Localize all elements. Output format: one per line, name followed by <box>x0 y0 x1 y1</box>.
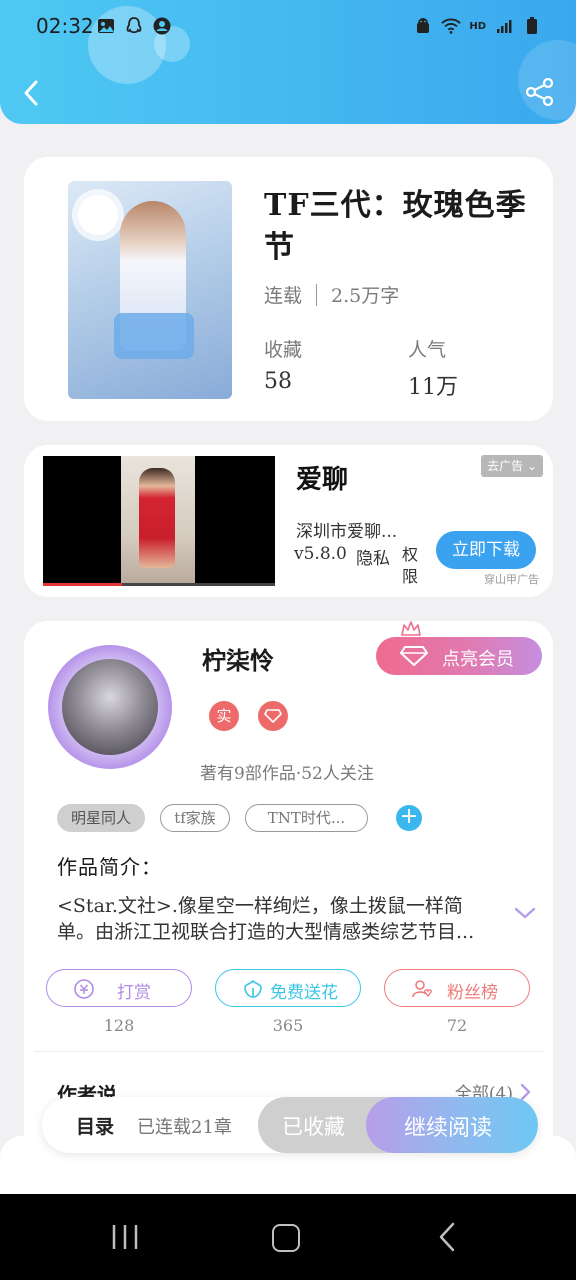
home-button[interactable] <box>272 1224 300 1252</box>
real-name-badge: 实 <box>209 701 239 731</box>
ad-close-label: 去广告 <box>487 459 524 473</box>
flower-count: 365 <box>272 1016 304 1035</box>
tip-button[interactable]: 打赏 <box>46 969 192 1007</box>
send-flower-label: 免费送花 <box>270 983 338 1003</box>
crown-icon <box>400 619 422 639</box>
chevron-down-icon <box>514 907 536 919</box>
author-name: 柠柒怜 <box>202 646 274 675</box>
ad-close-button[interactable]: 去广告 ⌄ <box>481 455 543 477</box>
divider <box>34 1051 544 1052</box>
status-icons-right: HD <box>413 16 542 36</box>
fan-count: 72 <box>446 1016 468 1035</box>
ad-download-button[interactable]: 立即下载 <box>436 531 536 569</box>
gallery-icon <box>96 16 116 36</box>
bottom-action-bar: 目录 已连载21章 已收藏 继续阅读 <box>42 1097 538 1153</box>
intro-title: 作品简介： <box>57 855 162 879</box>
collect-value: 58 <box>264 369 292 394</box>
hd-indicator: HD <box>469 20 486 32</box>
qq-icon <box>124 16 144 36</box>
book-cover[interactable] <box>68 181 232 399</box>
tip-count: 128 <box>103 1016 135 1035</box>
fan-rank-button[interactable]: 粉丝榜 <box>384 969 530 1007</box>
chevron-left-icon <box>24 80 38 106</box>
chapter-count[interactable]: 已连载21章 <box>137 1113 232 1139</box>
avatar <box>62 659 158 755</box>
status-icons-left <box>96 16 172 36</box>
toc-button[interactable]: 目录 <box>76 1112 114 1139</box>
book-title: TF三代：玫瑰色季节 <box>264 188 527 265</box>
intro-text: <Star.文社>.像星空一样绚烂，像土拨鼠一样简单。由浙江卫视联合打造的大型情… <box>57 895 475 943</box>
wifi-icon <box>441 16 462 36</box>
expand-intro-button[interactable] <box>514 905 536 919</box>
diamond-icon <box>400 646 428 666</box>
plus-icon: + <box>399 804 419 829</box>
author-stats: 著有9部作品·52人关注 <box>200 764 374 784</box>
book-status: 连载 <box>264 285 303 307</box>
ad-title: 爱聊 <box>296 465 349 495</box>
ad-video-frame <box>121 456 195 586</box>
ad-video-person <box>139 468 175 568</box>
vip-button[interactable]: 点亮会员 <box>376 637 542 675</box>
popularity-value: 11万 <box>408 375 458 400</box>
continue-reading-button[interactable]: 继续阅读 <box>366 1097 538 1153</box>
meta-divider <box>316 283 318 306</box>
share-icon <box>525 77 554 107</box>
ad-card[interactable]: 爱聊 去广告 ⌄ 深圳市爱聊... v5.8.0 隐私 权限 立即下载 穿山甲广… <box>24 445 553 597</box>
signal-icon <box>494 16 514 36</box>
collected-label: 已收藏 <box>282 1115 345 1139</box>
flower-icon <box>244 979 262 998</box>
cover-title-art <box>114 313 194 359</box>
back-icon <box>439 1222 455 1252</box>
author-avatar-frame[interactable] <box>48 645 172 769</box>
system-back-button[interactable] <box>436 1222 458 1252</box>
ad-company: 深圳市爱聊... <box>296 522 398 542</box>
vip-label: 点亮会员 <box>442 649 514 670</box>
status-time: 02:32 <box>36 14 94 38</box>
tag-item[interactable]: tf家族 <box>160 804 230 832</box>
ad-privacy-link[interactable]: 隐私 <box>356 544 390 569</box>
account-icon <box>152 16 172 36</box>
book-word-count: 2.5万字 <box>331 285 400 307</box>
continue-reading-label: 继续阅读 <box>404 1116 493 1141</box>
diamond-badge <box>258 701 288 731</box>
back-button[interactable] <box>18 76 46 110</box>
cover-flower-decor <box>78 195 118 235</box>
coin-icon <box>74 979 94 999</box>
collect-label: 收藏 <box>264 339 303 361</box>
ad-version: v5.8.0 <box>294 544 347 564</box>
tip-label: 打赏 <box>117 983 151 1003</box>
chevron-down-icon: ⌄ <box>526 459 537 473</box>
share-button[interactable] <box>524 76 556 108</box>
ad-source: 穿山甲广告 <box>484 573 539 586</box>
ad-permission-link[interactable]: 权限 <box>402 544 420 588</box>
add-tag-button[interactable]: + <box>396 805 422 831</box>
book-meta: 连载 2.5万字 <box>264 281 399 308</box>
tag-item[interactable]: TNT时代... <box>245 804 368 832</box>
recent-apps-button[interactable] <box>110 1222 140 1252</box>
ad-video[interactable] <box>43 456 275 586</box>
tag-item[interactable]: 明星同人 <box>57 804 145 832</box>
send-flower-button[interactable]: 免费送花 <box>215 969 361 1007</box>
diamond-icon <box>264 709 282 723</box>
fan-rank-label: 粉丝榜 <box>447 983 498 1003</box>
android-icon <box>413 16 433 36</box>
battery-icon <box>522 16 542 36</box>
recent-apps-icon <box>112 1225 138 1249</box>
book-info-card: TF三代：玫瑰色季节 连载 2.5万字 收藏 58 人气 11万 <box>24 157 553 421</box>
system-nav-bar <box>0 1194 576 1280</box>
header: 02:32 HD <box>0 0 576 124</box>
fan-icon <box>412 980 432 998</box>
popularity-label: 人气 <box>408 339 447 361</box>
ad-progress-fill <box>43 583 122 586</box>
